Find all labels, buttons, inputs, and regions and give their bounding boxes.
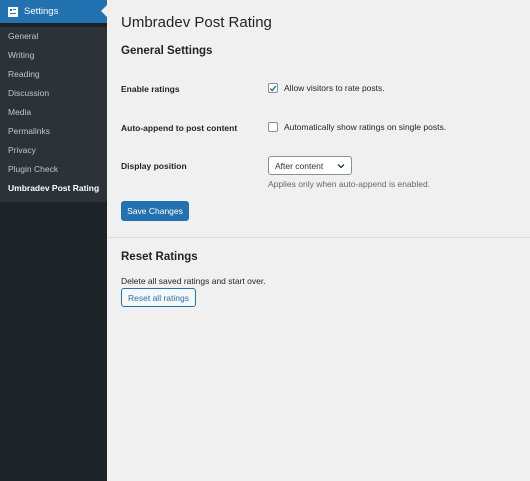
admin-sidebar: Settings General Writing Reading Discuss…	[0, 0, 107, 481]
settings-submenu: General Writing Reading Discussion Media…	[0, 27, 107, 202]
settings-icon	[8, 6, 18, 17]
display-position-description: Applies only when auto-append is enabled…	[268, 179, 431, 189]
sidebar-item-umbradev-post-rating[interactable]: Umbradev Post Rating	[0, 179, 107, 198]
enable-ratings-text: Allow visitors to rate posts.	[284, 83, 385, 93]
auto-append-label: Auto-append to post content	[121, 123, 238, 133]
chevron-down-icon	[337, 164, 345, 169]
reset-ratings-description: Delete all saved ratings and start over.	[121, 276, 266, 286]
auto-append-text: Automatically show ratings on single pos…	[284, 122, 447, 132]
sidebar-item-writing[interactable]: Writing	[0, 46, 107, 65]
display-position-select[interactable]: After content	[268, 156, 352, 175]
enable-ratings-label: Enable ratings	[121, 84, 180, 94]
checkmark-icon	[269, 85, 277, 92]
reset-all-ratings-button[interactable]: Reset all ratings	[121, 288, 196, 307]
sidebar-item-reading[interactable]: Reading	[0, 65, 107, 84]
sidebar-menu-settings-label: Settings	[24, 6, 59, 17]
auto-append-checkbox[interactable]	[268, 122, 278, 132]
current-menu-pointer	[101, 5, 107, 17]
sidebar-item-discussion[interactable]: Discussion	[0, 84, 107, 103]
sidebar-item-general[interactable]: General	[0, 27, 107, 46]
auto-append-field[interactable]: Automatically show ratings on single pos…	[268, 122, 446, 132]
sidebar-item-privacy[interactable]: Privacy	[0, 141, 107, 160]
section-divider	[107, 237, 530, 238]
display-position-value: After content	[275, 160, 324, 171]
enable-ratings-checkbox[interactable]	[268, 83, 278, 93]
sidebar-item-media[interactable]: Media	[0, 103, 107, 122]
sidebar-menu-settings[interactable]: Settings	[0, 0, 107, 23]
reset-ratings-heading: Reset Ratings	[121, 251, 198, 263]
general-settings-heading: General Settings	[121, 45, 213, 57]
save-changes-button[interactable]: Save Changes	[121, 201, 189, 221]
page-title: Umbradev Post Rating	[121, 14, 272, 31]
display-position-label: Display position	[121, 161, 187, 171]
sidebar-item-permalinks[interactable]: Permalinks	[0, 122, 107, 141]
enable-ratings-field[interactable]: Allow visitors to rate posts.	[268, 83, 385, 93]
sidebar-item-plugin-check[interactable]: Plugin Check	[0, 160, 107, 179]
